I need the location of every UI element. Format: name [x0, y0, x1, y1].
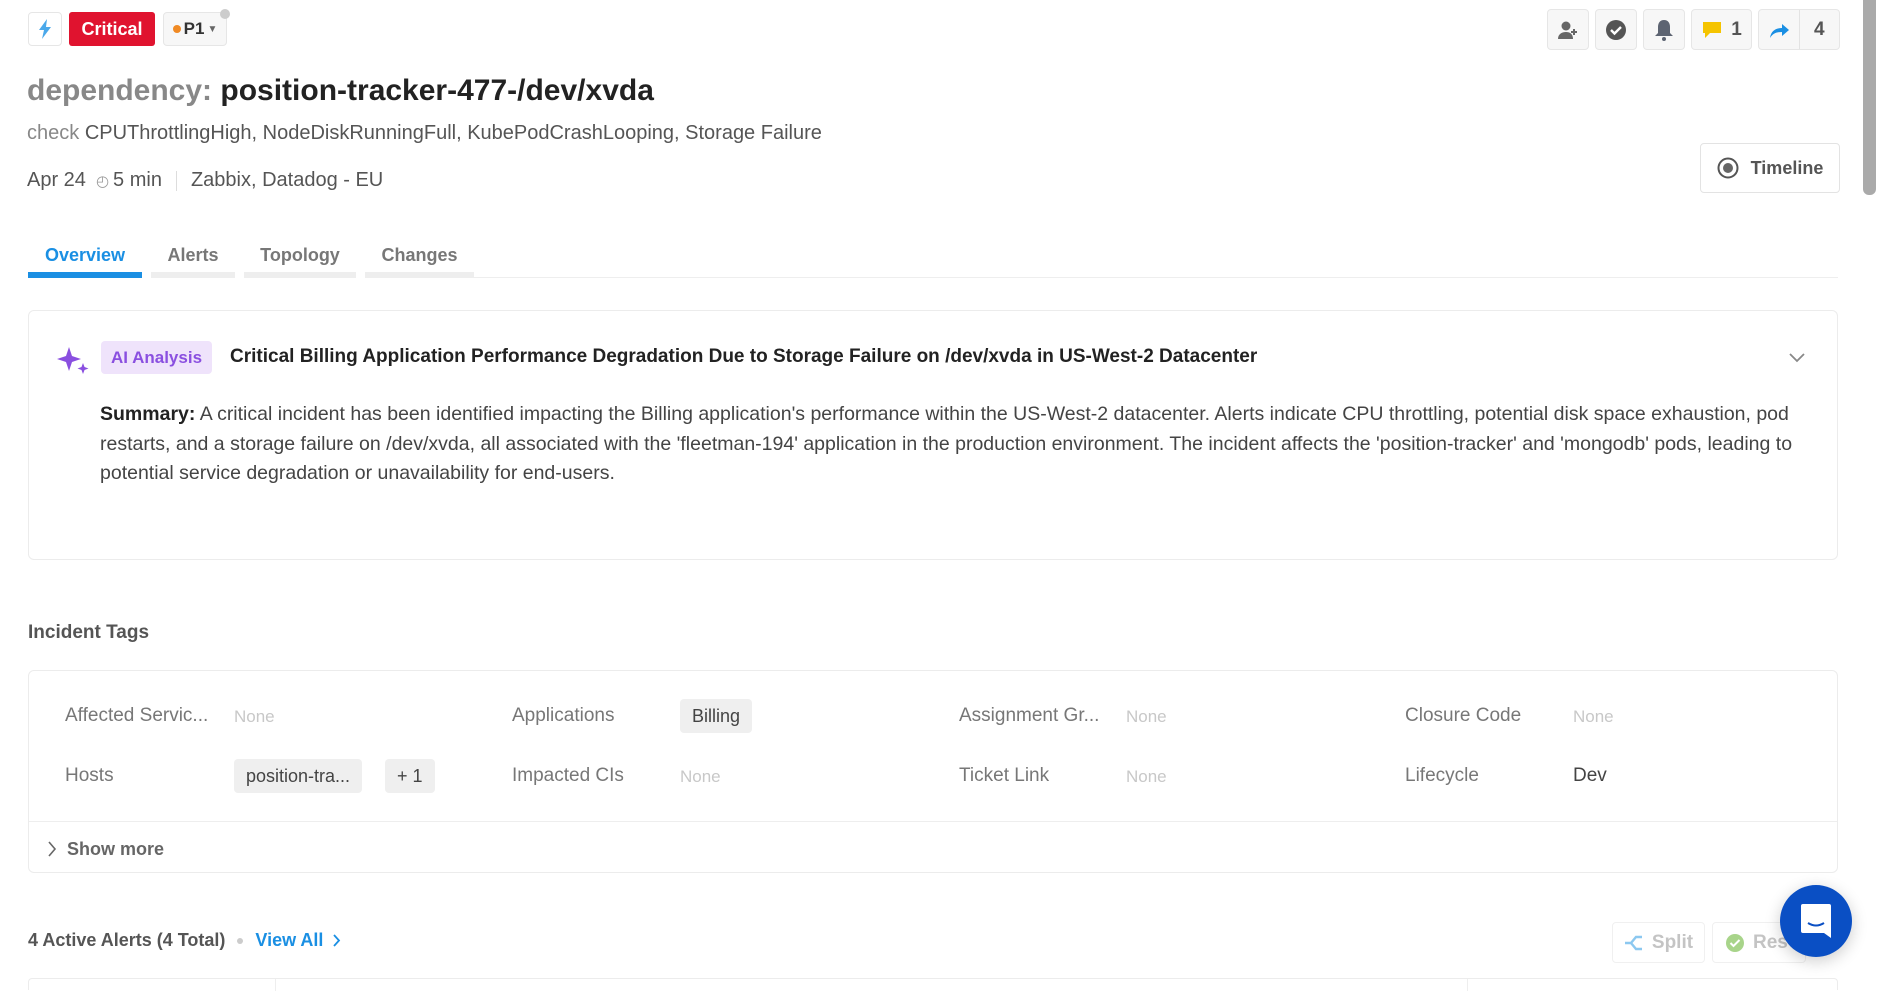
tab-label: Overview	[44, 244, 126, 265]
check-names: CPUThrottlingHigh, NodeDiskRunningFull, …	[84, 122, 822, 144]
assign-user-button[interactable]	[1547, 9, 1589, 50]
ai-analysis-card: AI Analysis Critical Billing Application…	[28, 310, 1838, 560]
summary-text: A critical incident has been identified …	[100, 403, 1793, 484]
comments-count: 1	[1731, 18, 1742, 40]
tag-label-lifecycle: Lifecycle	[1405, 765, 1479, 786]
duration: 5 min	[113, 169, 162, 191]
tag-label-ticket-link: Ticket Link	[959, 765, 1050, 786]
chat-launcher-button[interactable]	[1780, 885, 1852, 957]
acknowledge-button[interactable]	[1595, 9, 1637, 50]
tag-value-none[interactable]: None	[1573, 707, 1614, 727]
tab-label: Topology	[260, 244, 340, 265]
tag-value-none[interactable]: None	[1126, 707, 1167, 727]
timeline-label: Timeline	[1750, 157, 1824, 178]
priority-dropdown[interactable]: P1 ▼	[163, 12, 227, 46]
split-button[interactable]: Split	[1612, 922, 1705, 963]
separator-dot	[237, 937, 244, 944]
summary-label: Summary:	[100, 403, 196, 425]
split-icon	[1624, 935, 1642, 950]
tab-label: Alerts	[167, 244, 219, 265]
title-text: position-tracker-477-/dev/xvda	[220, 74, 654, 107]
tag-label-applications: Applications	[512, 705, 615, 726]
tab-overview[interactable]: Overview	[28, 232, 142, 278]
tag-chip-billing[interactable]: Billing	[680, 699, 753, 733]
show-more-label: Show more	[67, 838, 165, 859]
tag-label-assignment-group: Assignment Gr...	[959, 705, 1100, 726]
share-button[interactable]: 4	[1758, 9, 1840, 50]
sparkle-icon	[57, 347, 89, 374]
title-prefix: dependency:	[27, 74, 213, 107]
ai-title: Critical Billing Application Performance…	[230, 346, 1258, 367]
tag-chip-host[interactable]: position-tra...	[234, 759, 363, 793]
user-plus-icon	[1558, 21, 1577, 39]
ai-summary: Summary: A critical incident has been id…	[100, 400, 1800, 489]
divider	[29, 821, 1837, 822]
chevron-down-icon[interactable]	[1789, 353, 1805, 363]
tab-alerts[interactable]: Alerts	[151, 232, 235, 278]
chevron-down-icon: ▼	[207, 23, 218, 35]
meta-line: Apr 24 ◴ 5 min Zabbix, Datadog - EU	[27, 169, 383, 192]
status-indicator	[220, 9, 230, 19]
incident-tags-card: Affected Servic... None Applications Bil…	[28, 670, 1838, 873]
page-title: dependency: position-tracker-477-/dev/xv…	[27, 74, 654, 108]
tag-value-none[interactable]: None	[1126, 767, 1167, 787]
tag-label-impacted-cis: Impacted CIs	[512, 765, 624, 786]
active-alerts-header: 4 Active Alerts (4 Total) View All	[28, 930, 341, 951]
tab-topology[interactable]: Topology	[244, 232, 356, 278]
bell-icon	[1655, 19, 1673, 41]
tab-changes[interactable]: Changes	[365, 232, 474, 278]
divider	[275, 979, 276, 991]
comments-button[interactable]: 1	[1691, 9, 1752, 50]
chevron-right-icon	[333, 934, 341, 947]
incident-tags-heading: Incident Tags	[28, 622, 150, 643]
divider	[175, 170, 177, 191]
tag-label-hosts: Hosts	[65, 765, 114, 786]
check-line: check CPUThrottlingHigh, NodeDiskRunning…	[27, 122, 822, 145]
chevron-right-icon	[48, 841, 57, 857]
tabs-divider	[474, 277, 1838, 278]
date: Apr 24	[27, 169, 86, 191]
scrollbar-thumb[interactable]	[1863, 0, 1876, 195]
lightning-icon	[39, 19, 51, 39]
priority-dot	[172, 25, 181, 33]
alerts-table	[28, 978, 1838, 991]
view-all-link[interactable]: View All	[255, 930, 323, 951]
ai-analysis-badge: AI Analysis	[101, 341, 213, 374]
check-prefix: check	[27, 122, 80, 144]
priority-value: P1	[183, 19, 205, 38]
divider	[1467, 979, 1468, 991]
check-circle-icon	[1726, 933, 1744, 952]
notifications-button[interactable]	[1643, 9, 1685, 50]
tag-label-affected-services: Affected Servic...	[65, 705, 209, 726]
clock-icon: ◴	[95, 172, 110, 190]
tag-label-closure-code: Closure Code	[1405, 705, 1522, 726]
shares-count: 4	[1813, 18, 1825, 40]
active-alerts-count: 4 Active Alerts (4 Total)	[28, 930, 226, 950]
chat-icon	[1801, 904, 1831, 938]
tag-value-none[interactable]: None	[680, 767, 721, 787]
tab-label: Changes	[381, 244, 458, 265]
tag-value-none[interactable]: None	[234, 707, 275, 727]
timeline-button[interactable]: Timeline	[1700, 143, 1840, 193]
split-label: Split	[1651, 931, 1694, 953]
incident-type-button[interactable]	[28, 12, 62, 46]
radio-target-icon	[1717, 157, 1739, 179]
severity-badge[interactable]: Critical	[69, 12, 155, 46]
tag-value-lifecycle[interactable]: Dev	[1573, 765, 1607, 787]
sources: Zabbix, Datadog - EU	[190, 169, 384, 191]
check-circle-icon	[1606, 19, 1626, 40]
comment-icon	[1703, 21, 1722, 38]
share-arrow-icon	[1769, 23, 1789, 38]
show-more-button[interactable]: Show more	[47, 834, 164, 864]
tag-chip-more[interactable]: + 1	[385, 759, 435, 793]
